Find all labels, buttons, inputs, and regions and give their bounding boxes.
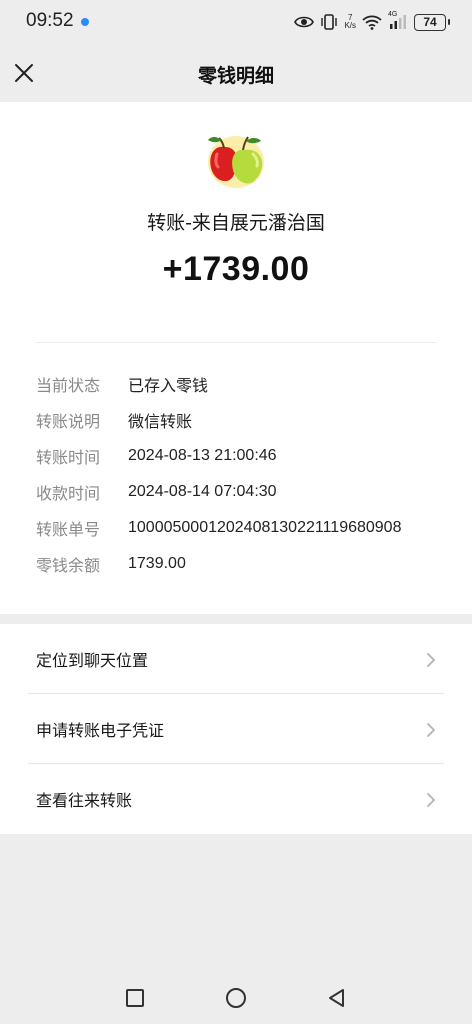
eye-icon [294,15,315,29]
detail-value: 1739.00 [128,555,186,572]
menu-item-locate-chat[interactable]: 定位到聊天位置 [0,624,472,694]
nav-bar: 零钱明细 [0,44,472,102]
apple-avatar-icon [203,132,269,190]
transfer-amount: +1739.00 [162,250,310,288]
menu-item-request-voucher[interactable]: 申请转账电子凭证 [0,694,472,764]
menu-item-view-history[interactable]: 查看往来转账 [0,764,472,834]
status-time: 09:52 [26,10,74,31]
cell-signal-icon: 4G [388,11,408,30]
triangle-back-icon[interactable] [326,987,348,1009]
detail-row-balance: 零钱余额 1739.00 [36,546,456,582]
detail-label: 转账说明 [36,412,101,431]
detail-label: 零钱余额 [36,556,101,575]
detail-label: 收款时间 [36,484,101,503]
transfer-title: 转账-来自展元潘治国 [147,212,325,234]
chevron-right-icon [426,652,436,668]
battery-indicator: 74 [414,13,450,31]
wifi-icon [362,14,382,30]
status-icons: 7 K/s 4G 74 [294,10,450,34]
menu-item-label: 申请转账电子凭证 [36,721,165,740]
detail-label: 转账单号 [36,520,101,539]
net-speed-unit: K/s [344,21,356,30]
divider [36,342,436,343]
detail-row-order-number: 转账单号 1000050001202408130221119680908 [36,510,456,546]
detail-label: 转账时间 [36,448,101,467]
system-nav-bar [0,972,472,1024]
detail-row-status: 当前状态 已存入零钱 [36,366,456,402]
circle-icon[interactable] [225,987,247,1009]
detail-list: 当前状态 已存入零钱 转账说明 微信转账 转账时间 2024-08-13 21:… [36,366,456,582]
chevron-right-icon [426,792,436,808]
action-menu: 定位到聊天位置 申请转账电子凭证 查看往来转账 [0,624,472,834]
detail-value: 2024-08-13 21:00:46 [128,447,277,464]
detail-value: 2024-08-14 07:04:30 [128,483,277,500]
detail-value[interactable]: 1000050001202408130221119680908 [128,519,401,537]
net-speed: 7 K/s [344,14,356,30]
menu-item-label: 定位到聊天位置 [36,651,149,670]
page-title: 零钱明细 [197,65,274,87]
detail-row-transfer-time: 转账时间 2024-08-13 21:00:46 [36,438,456,474]
detail-row-note: 转账说明 微信转账 [36,402,456,438]
status-bar: 09:52 7 K/s 4G 74 [0,0,472,44]
square-icon[interactable] [124,987,146,1009]
transfer-detail-card: 转账-来自展元潘治国 +1739.00 当前状态 已存入零钱 转账说明 微信转账… [0,102,472,614]
vibrate-icon [320,14,338,30]
chevron-right-icon [426,722,436,738]
detail-label: 当前状态 [36,376,101,395]
detail-value: 微信转账 [128,414,193,431]
detail-value: 已存入零钱 [128,378,209,395]
signal-label: 4G [388,11,398,18]
detail-row-receive-time: 收款时间 2024-08-14 07:04:30 [36,474,456,510]
menu-item-label: 查看往来转账 [36,791,133,810]
notification-dot [81,18,89,26]
